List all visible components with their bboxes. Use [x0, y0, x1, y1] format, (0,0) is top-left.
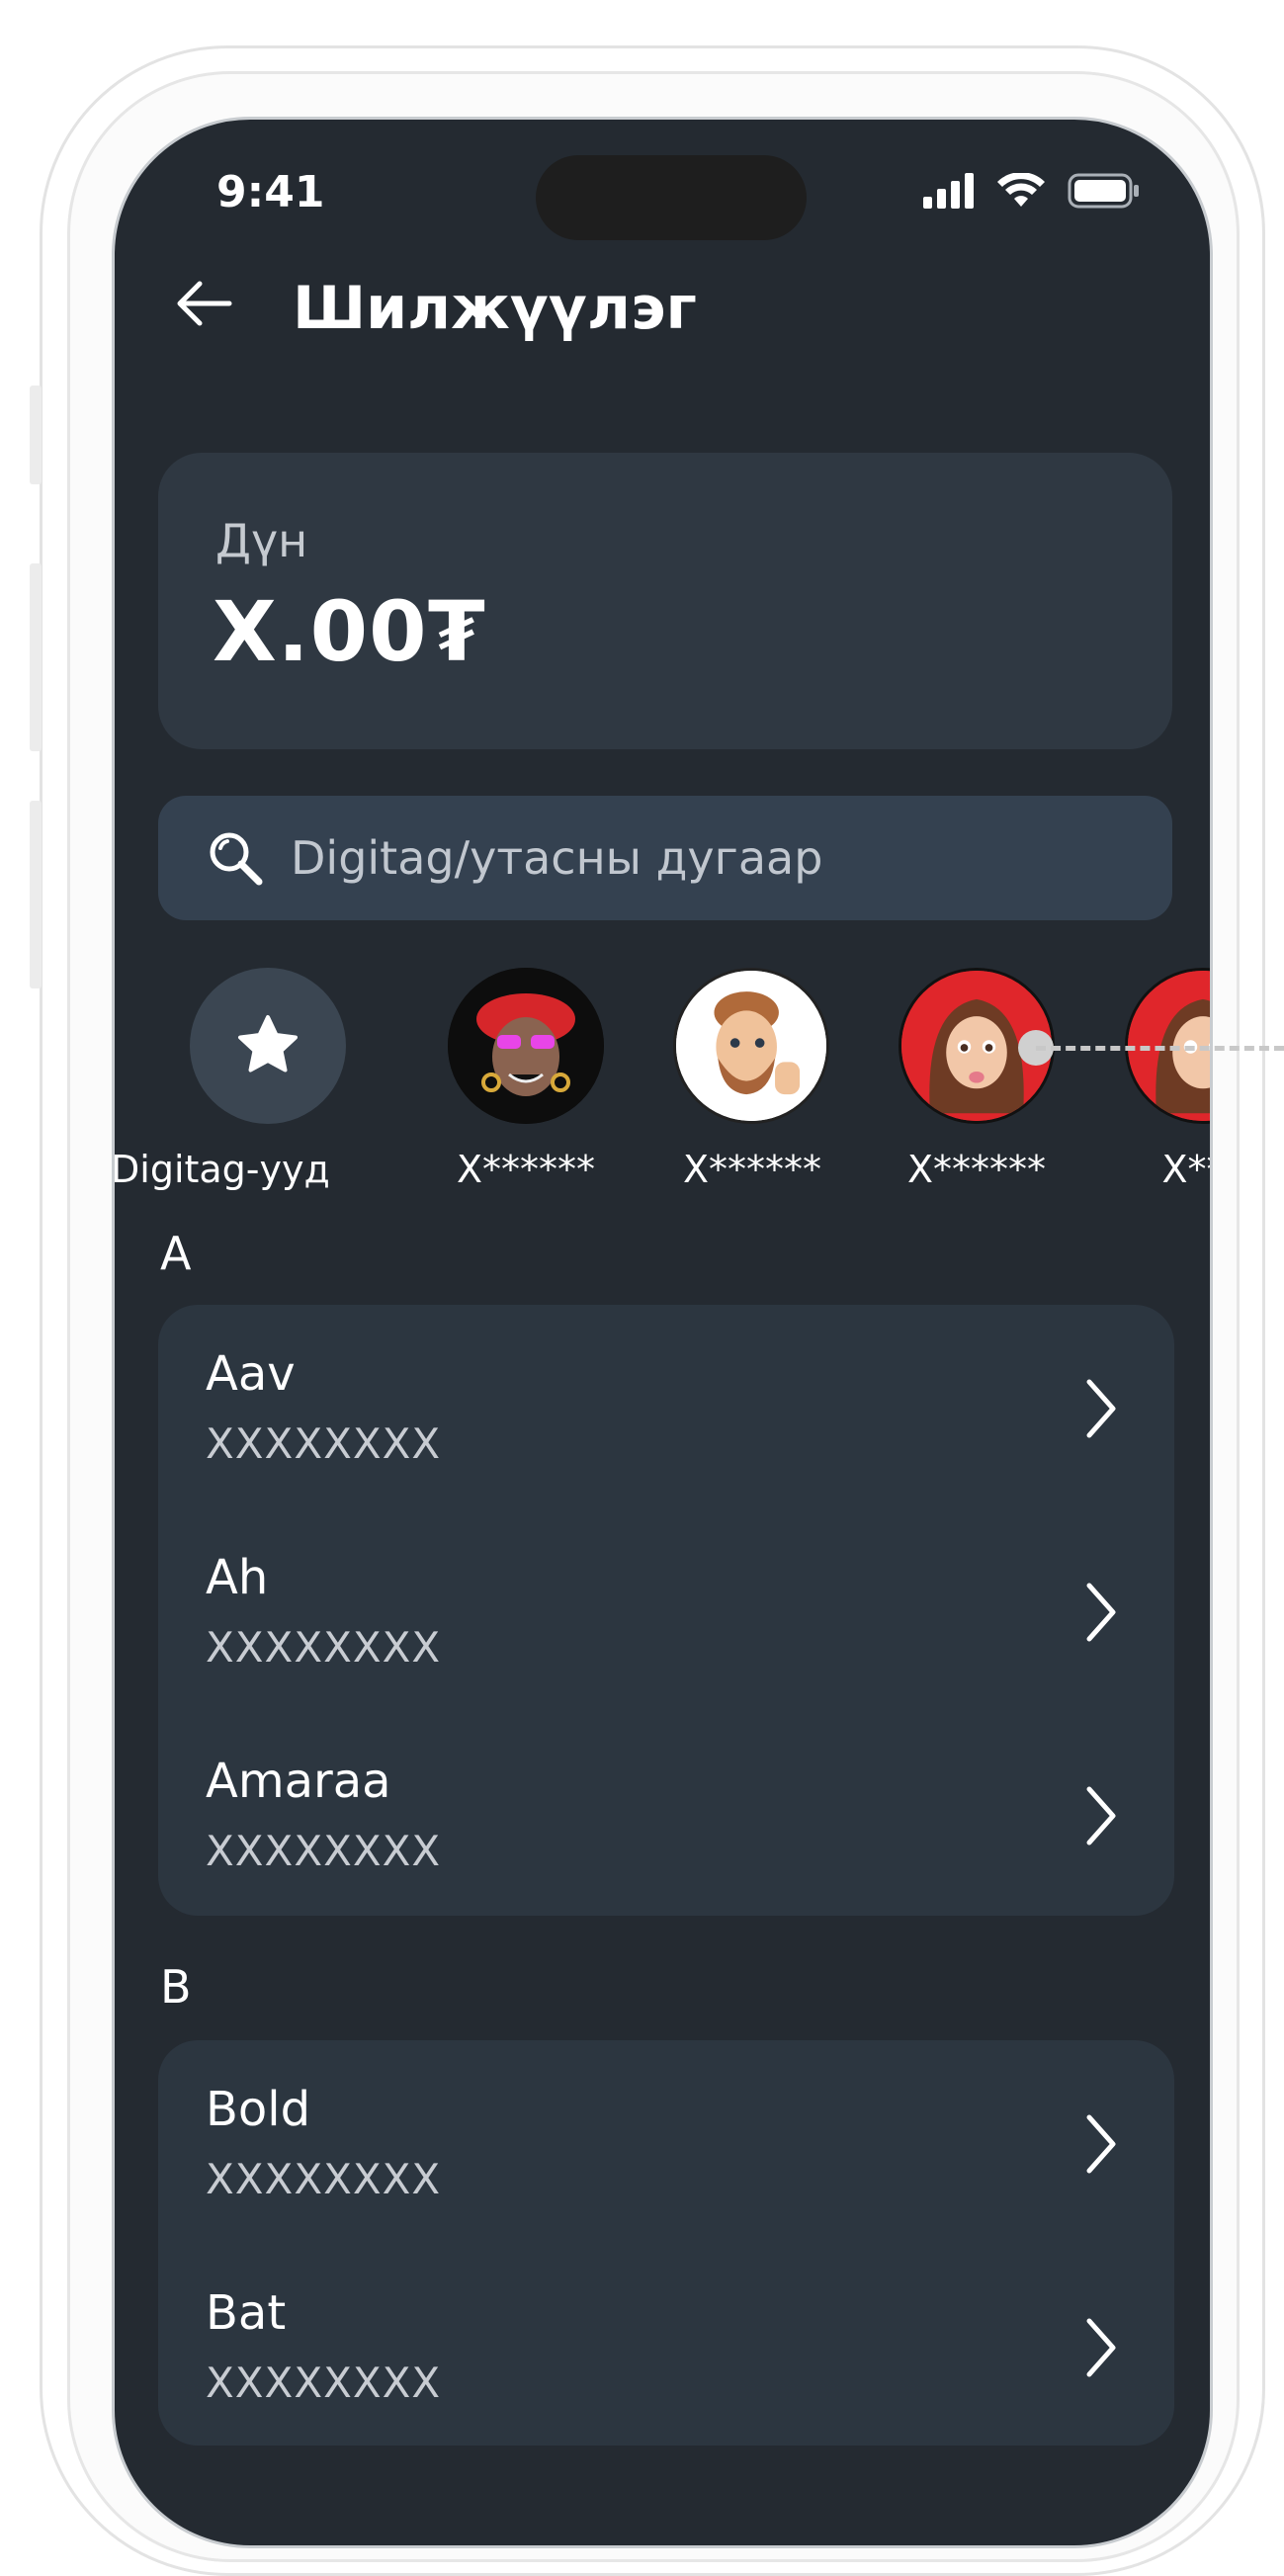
- memoji-avatar-icon: [676, 971, 826, 1121]
- back-button[interactable]: [154, 254, 253, 353]
- contact-avatar[interactable]: [673, 968, 829, 1124]
- status-time: 9:41: [216, 167, 325, 217]
- chevron-right-icon: [1086, 2114, 1116, 2174]
- contact-row-number: XXXXXXXX: [206, 1419, 442, 1468]
- search-bar[interactable]: [158, 796, 1172, 920]
- battery-icon: [1068, 173, 1139, 209]
- page-title: Шилжүүлэг: [293, 274, 697, 343]
- device-side-button: [30, 386, 42, 484]
- contact-name: X******: [456, 1148, 596, 1191]
- back-arrow-icon: [177, 281, 232, 326]
- contact-group-card: Aav XXXXXXXX Ah XXXXXXXX Amaraa XXXXXXXX: [158, 1305, 1174, 1916]
- contact-group-card: Bold XXXXXXXX Bat XXXXXXXX: [158, 2040, 1174, 2446]
- contact-row-name: Bat: [206, 2285, 287, 2341]
- section-letter: A: [160, 1227, 192, 1280]
- section-letter: B: [160, 1960, 192, 2014]
- contact-row-name: Bold: [206, 2082, 311, 2137]
- chevron-right-icon: [1086, 1786, 1116, 1846]
- contact-name: X******: [906, 1148, 1047, 1191]
- chevron-right-icon: [1086, 1379, 1116, 1438]
- list-item[interactable]: Amaraa XXXXXXXX: [158, 1712, 1174, 1916]
- contact-row-number: XXXXXXXX: [206, 1623, 442, 1672]
- dynamic-island: [536, 155, 807, 240]
- prototype-connector-line: [1036, 1046, 1284, 1055]
- contact-name: X******: [682, 1148, 822, 1191]
- search-icon: [210, 832, 263, 886]
- contact-row-name: Aav: [206, 1346, 296, 1402]
- contact-row-number: XXXXXXXX: [206, 1827, 442, 1875]
- phone-screen: 9:41 Шилжүүлэг Дүн X.00₮ Digitag/утасны …: [112, 117, 1213, 2548]
- device-side-button: [30, 563, 42, 751]
- chevron-right-icon: [1086, 2318, 1116, 2377]
- list-item[interactable]: Ah XXXXXXXX: [158, 1508, 1174, 1712]
- digitag-favorites-button[interactable]: [190, 968, 346, 1124]
- list-item[interactable]: Bold XXXXXXXX: [158, 2040, 1174, 2244]
- list-item[interactable]: Aav XXXXXXXX: [158, 1305, 1174, 1508]
- list-item[interactable]: Bat XXXXXXXX: [158, 2244, 1174, 2447]
- device-side-button: [30, 801, 42, 988]
- contact-row-number: XXXXXXXX: [206, 2155, 442, 2203]
- wifi-icon: [997, 173, 1045, 207]
- star-icon: [238, 1015, 298, 1073]
- status-icons: [923, 173, 1141, 209]
- contact-row-name: Ah: [206, 1550, 269, 1605]
- contact-name: Digitag-ууд: [112, 1148, 330, 1191]
- contact-row-number: XXXXXXXX: [206, 2359, 442, 2407]
- contact-avatar[interactable]: [448, 968, 604, 1124]
- amount-value: X.00₮: [213, 583, 487, 680]
- search-input[interactable]: [289, 830, 1172, 886]
- chevron-right-icon: [1086, 1583, 1116, 1642]
- amount-card[interactable]: Дүн X.00₮: [158, 453, 1172, 749]
- memoji-avatar-icon: [448, 968, 604, 1124]
- contact-name: X***: [1161, 1148, 1210, 1191]
- amount-label: Дүн: [215, 514, 308, 567]
- signal-icon: [923, 173, 974, 209]
- contact-row-name: Amaraa: [206, 1754, 391, 1809]
